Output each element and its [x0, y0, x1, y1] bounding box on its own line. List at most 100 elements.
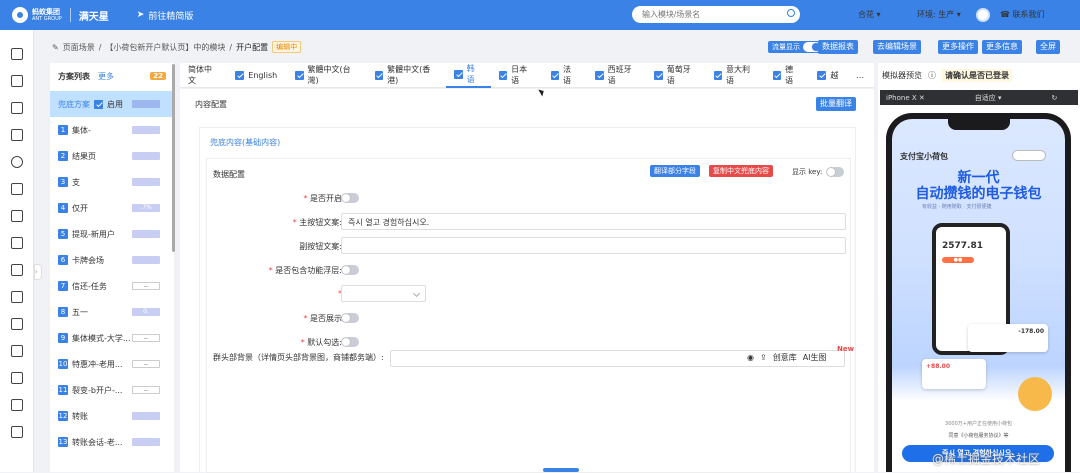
upload-icon[interactable]: ⇪: [760, 353, 767, 362]
plan-row[interactable]: 1 集体-: [50, 117, 174, 143]
enable-checkbox[interactable]: [94, 99, 103, 109]
phone-preview: 支付宝小荷包 新一代 自动攒钱的电子钱包 有收益 · 随用随取 · 支付很便捷 …: [886, 113, 1071, 472]
grid-icon[interactable]: [11, 291, 23, 303]
device-select[interactable]: iPhone X ✕: [886, 94, 925, 102]
plan-scrollbar[interactable]: [172, 64, 175, 252]
tab-language[interactable]: 德语: [765, 63, 810, 88]
more-actions-button[interactable]: 更多操作: [938, 40, 978, 54]
fullscreen-button[interactable]: 全屏: [1036, 40, 1060, 54]
mini-app-controls[interactable]: [1012, 150, 1046, 161]
ai-image-button[interactable]: AI生图: [803, 352, 827, 363]
people-icon[interactable]: [11, 183, 23, 195]
logo[interactable]: 蚂蚁集团 ANT GROUP: [12, 7, 62, 23]
tab-language[interactable]: 日本语: [491, 63, 543, 88]
plan-row[interactable]: 4 仅开 .7%: [50, 195, 174, 221]
settings-icon[interactable]: [11, 345, 23, 357]
plan-row[interactable]: 7 信还-任务 --: [50, 273, 174, 299]
search-input[interactable]: [632, 6, 800, 23]
language-checkbox[interactable]: [817, 70, 827, 80]
tab-language[interactable]: 韩语: [446, 63, 491, 88]
form-input[interactable]: [341, 237, 846, 254]
plan-row[interactable]: 11 裂变-b开户-... --: [50, 377, 174, 403]
tab-language[interactable]: English: [227, 63, 287, 88]
batch-translate-button[interactable]: 批量翻译: [816, 97, 856, 111]
language-checkbox[interactable]: [713, 70, 722, 80]
language-checkbox[interactable]: [550, 70, 559, 80]
form-label-text: 是否开启: [310, 194, 342, 203]
show-key-toggle[interactable]: [826, 167, 845, 177]
tab-language[interactable]: 简体中文: [180, 63, 227, 88]
search-icon[interactable]: [787, 9, 795, 17]
tab-language[interactable]: 越: [809, 63, 848, 88]
language-checkbox[interactable]: [235, 70, 245, 80]
language-checkbox[interactable]: [498, 70, 508, 80]
home-icon[interactable]: [11, 48, 23, 60]
trend-icon[interactable]: [11, 399, 23, 411]
plan-row[interactable]: 2 结果页: [50, 143, 174, 169]
plan-row[interactable]: 10 特惠冲-老用... --: [50, 351, 174, 377]
plan-row-fallback[interactable]: 兜底方案 启用: [50, 91, 174, 117]
language-checkbox[interactable]: [654, 70, 663, 80]
plan-row[interactable]: 3支: [50, 169, 174, 195]
language-checkbox[interactable]: [772, 70, 782, 80]
inner-panel: 兜底内容(基础内容) 数据配置 翻译部分字段 复制中文兜底内容 显示 key: …: [199, 127, 856, 473]
form-toggle[interactable]: [341, 313, 359, 323]
report-button[interactable]: 数据报表: [818, 40, 858, 54]
language-checkbox[interactable]: [295, 70, 304, 80]
copy-chinese-button[interactable]: 复制中文兜底内容: [709, 165, 773, 177]
tab-language[interactable]: 繁體中文(香港): [367, 63, 447, 88]
tab-language[interactable]: 法语: [543, 63, 588, 88]
contact-link[interactable]: ☎ 联系我们: [1000, 9, 1045, 20]
collapse-handle[interactable]: ›: [34, 264, 42, 280]
search-nav-icon[interactable]: [11, 156, 23, 168]
switch-icon[interactable]: [11, 264, 23, 276]
plan-row[interactable]: 12 转账: [50, 403, 174, 429]
tab-language[interactable]: ...: [848, 63, 874, 88]
language-checkbox[interactable]: [374, 70, 384, 80]
language-checkbox[interactable]: [454, 69, 463, 79]
form-input[interactable]: 즉시 열고 경험하십시오.: [341, 213, 846, 230]
code-icon[interactable]: [11, 318, 23, 330]
language-checkbox[interactable]: [595, 70, 604, 80]
help-icon[interactable]: ⓘ: [928, 70, 936, 81]
plan-row[interactable]: 6 卡牌会场: [50, 247, 174, 273]
tab-language[interactable]: 葡萄牙语: [646, 63, 705, 88]
user-name[interactable]: 合花 ▾: [858, 9, 881, 20]
fit-select[interactable]: 自适应 ▾: [975, 93, 1002, 103]
form-toggle[interactable]: [341, 337, 359, 347]
tab-language[interactable]: 西班牙语: [587, 63, 646, 88]
flow-display-toggle[interactable]: 流量显示: [768, 41, 825, 53]
tab-language[interactable]: 意大利语: [706, 63, 765, 88]
avatar[interactable]: [976, 8, 990, 22]
refresh-icon[interactable]: ↻: [1052, 94, 1058, 102]
tab-fallback-content[interactable]: 兜底内容(基础内容): [210, 137, 280, 148]
file-icon[interactable]: [11, 372, 23, 384]
edit-icon[interactable]: [11, 102, 23, 114]
line-chart-icon[interactable]: [11, 426, 23, 438]
plan-more-link[interactable]: 更多: [98, 71, 114, 82]
bar-chart-icon[interactable]: [11, 210, 23, 222]
form-select[interactable]: [341, 285, 426, 302]
copy-icon[interactable]: [11, 75, 23, 87]
plan-row[interactable]: 5 提现-新用户: [50, 221, 174, 247]
env-select[interactable]: 环境: 生产 ▾: [917, 9, 961, 20]
form-icon[interactable]: [11, 237, 23, 249]
plan-index: 4: [58, 203, 68, 213]
transaction-card-2: +88.00: [922, 359, 986, 389]
form-toggle[interactable]: [341, 265, 359, 275]
tab-language[interactable]: 繁體中文(台灣): [287, 63, 367, 88]
agreement-text[interactable]: 同意《小荷包服务协议》等: [892, 432, 1065, 439]
plan-row[interactable]: 8 五一 0.: [50, 299, 174, 325]
breadcrumb-item-2[interactable]: 【小荷包新开户默认页】中的模块: [105, 42, 225, 53]
edit-scene-button[interactable]: 去编辑场景: [873, 40, 921, 54]
eye-icon[interactable]: ◉: [747, 353, 754, 362]
breadcrumb-item-1[interactable]: 页面场景: [63, 42, 95, 53]
more-info-button[interactable]: 更多信息: [982, 40, 1022, 54]
document-icon[interactable]: [11, 129, 23, 141]
plan-row[interactable]: 13 转账会话-老...: [50, 429, 174, 455]
goto-lite-link[interactable]: ➤ 前往精简版: [137, 9, 194, 22]
plan-row[interactable]: 9 集体模式-大学... --: [50, 325, 174, 351]
creative-lib-button[interactable]: 创意库: [773, 352, 797, 363]
translate-part-button[interactable]: 翻译部分字段: [650, 165, 700, 177]
form-toggle[interactable]: [341, 193, 359, 203]
